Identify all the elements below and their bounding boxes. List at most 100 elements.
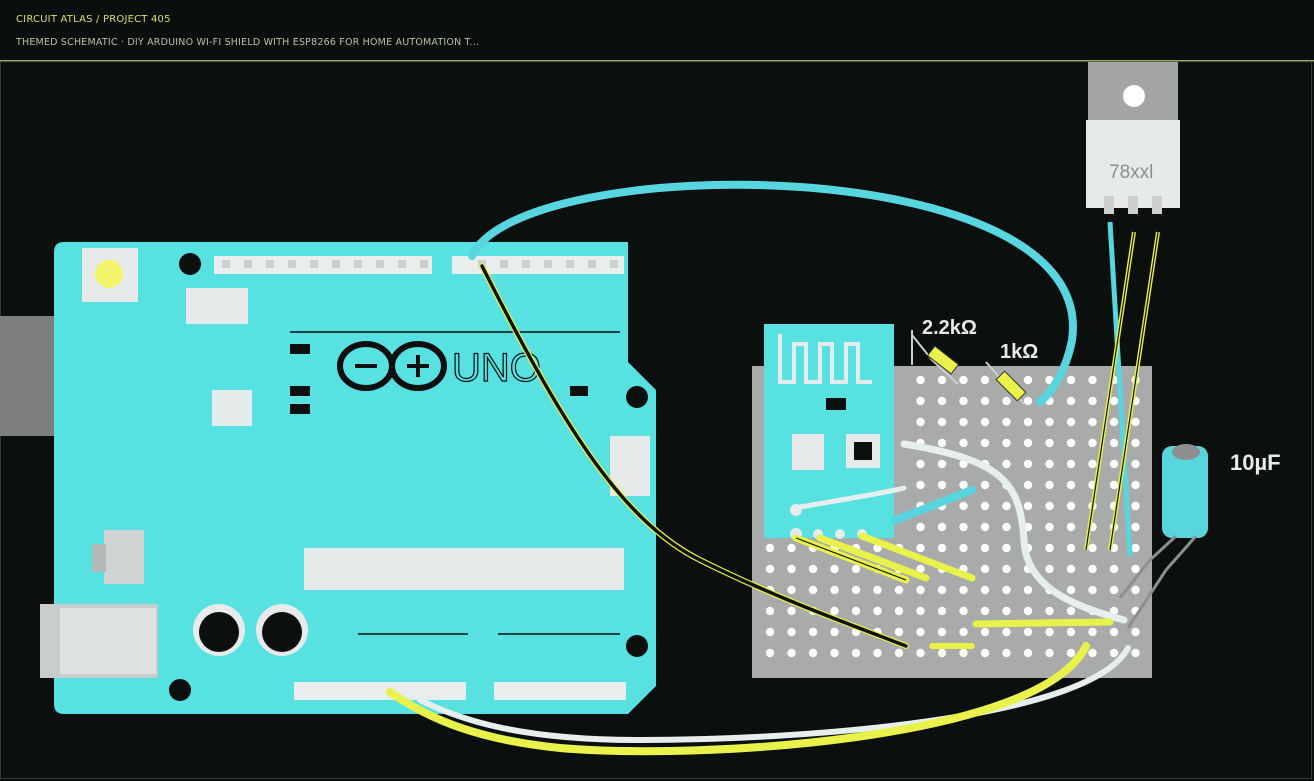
perfboard-hole xyxy=(787,627,796,637)
perfboard-hole xyxy=(1066,459,1076,469)
perfboard-hole xyxy=(916,459,925,469)
perfboard-hole xyxy=(830,627,839,637)
perfboard-hole xyxy=(830,648,839,658)
perfboard-hole xyxy=(1066,501,1076,511)
perfboard-hole xyxy=(1002,543,1011,553)
perfboard-hole xyxy=(916,543,925,553)
perfboard-hole xyxy=(1002,606,1011,616)
perfboard-hole xyxy=(916,396,925,406)
perfboard-hole xyxy=(1023,438,1033,448)
regulator-label: 78xxl xyxy=(1109,162,1153,183)
perfboard-hole xyxy=(787,648,796,658)
atmega-chip xyxy=(304,548,624,590)
perfboard-hole xyxy=(1023,501,1033,511)
perfboard-hole xyxy=(980,480,990,490)
resistor-2k2-label: 2.2kΩ xyxy=(922,317,977,339)
perfboard-hole xyxy=(959,543,968,553)
perfboard-hole xyxy=(1131,459,1140,469)
perfboard-hole xyxy=(894,606,904,616)
perfboard-hole xyxy=(1045,438,1054,448)
perfboard-hole xyxy=(1023,417,1033,427)
perfboard-hole xyxy=(937,627,947,637)
perfboard-hole xyxy=(1131,501,1140,511)
perfboard-hole xyxy=(916,627,925,637)
perfboard-hole xyxy=(1088,459,1097,469)
perfboard-hole xyxy=(1131,438,1140,448)
perfboard-hole xyxy=(851,648,861,658)
perfboard-hole xyxy=(1066,396,1076,406)
perfboard-hole xyxy=(1088,396,1097,406)
perfboard-hole xyxy=(937,459,947,469)
perfboard-hole xyxy=(1109,564,1119,574)
perfboard-hole xyxy=(765,648,775,658)
perfboard-hole xyxy=(1045,459,1054,469)
perfboard-hole xyxy=(765,627,775,637)
power-header xyxy=(294,682,466,700)
digital-header-right xyxy=(452,256,624,274)
esp8266-module xyxy=(764,324,894,540)
perfboard-hole xyxy=(980,396,990,406)
resistor-1k-label: 1kΩ xyxy=(1000,341,1038,363)
perfboard-hole xyxy=(980,543,990,553)
perfboard-hole xyxy=(1088,564,1097,574)
perfboard-hole xyxy=(959,438,968,448)
perfboard-hole xyxy=(959,375,968,385)
perfboard-hole xyxy=(1131,543,1140,553)
perfboard-hole xyxy=(787,606,796,616)
perfboard-hole xyxy=(830,585,839,595)
perfboard-hole xyxy=(830,564,839,574)
perfboard-hole xyxy=(1045,480,1054,490)
perfboard-hole xyxy=(959,501,968,511)
perfboard-hole xyxy=(1002,501,1011,511)
perfboard-hole xyxy=(808,648,818,658)
perfboard-hole xyxy=(1066,375,1076,385)
perfboard-hole xyxy=(937,480,947,490)
perfboard-hole xyxy=(851,585,861,595)
perfboard-hole xyxy=(1066,480,1076,490)
perfboard-hole xyxy=(959,606,968,616)
perfboard-hole xyxy=(959,585,968,595)
perfboard-hole xyxy=(1131,564,1140,574)
perfboard-hole xyxy=(959,522,968,532)
perfboard-hole xyxy=(1109,627,1119,637)
perfboard-hole xyxy=(873,606,882,616)
perfboard-hole xyxy=(1088,375,1097,385)
perfboard-hole xyxy=(916,480,925,490)
perfboard-hole xyxy=(851,564,861,574)
perfboard-hole xyxy=(1066,417,1076,427)
perfboard-hole xyxy=(1066,438,1076,448)
perfboard-hole xyxy=(959,396,968,406)
perfboard-hole xyxy=(937,543,947,553)
perfboard-hole xyxy=(873,585,882,595)
perfboard-hole xyxy=(980,417,990,427)
perfboard-hole xyxy=(1002,396,1011,406)
perfboard-hole xyxy=(1045,564,1054,574)
arduino-uno-board: UNO xyxy=(0,242,656,714)
perfboard-hole xyxy=(1023,375,1033,385)
perfboard-hole xyxy=(1023,648,1033,658)
perfboard-hole xyxy=(980,522,990,532)
perfboard-hole xyxy=(1066,522,1076,532)
perfboard-hole xyxy=(1045,417,1054,427)
perfboard-hole xyxy=(916,648,925,658)
perfboard-hole xyxy=(787,585,796,595)
electrolytic-capacitor xyxy=(1148,444,1208,571)
perfboard-hole xyxy=(1088,627,1097,637)
perfboard-hole xyxy=(1002,648,1011,658)
perfboard-hole xyxy=(1109,648,1119,658)
perfboard-hole xyxy=(1045,606,1054,616)
perfboard-hole xyxy=(1066,564,1076,574)
perfboard-hole xyxy=(959,648,968,658)
perfboard-hole xyxy=(980,438,990,448)
perfboard-hole xyxy=(959,627,968,637)
perfboard-hole xyxy=(937,375,947,385)
perfboard-hole xyxy=(808,627,818,637)
perfboard-hole xyxy=(1131,585,1140,595)
perfboard-hole xyxy=(1109,396,1119,406)
perfboard-hole xyxy=(916,606,925,616)
perfboard-hole xyxy=(1023,480,1033,490)
perfboard-hole xyxy=(1109,438,1119,448)
perfboard-hole xyxy=(765,564,775,574)
perfboard-hole xyxy=(980,585,990,595)
capacitor-label: 10µF xyxy=(1230,450,1281,475)
